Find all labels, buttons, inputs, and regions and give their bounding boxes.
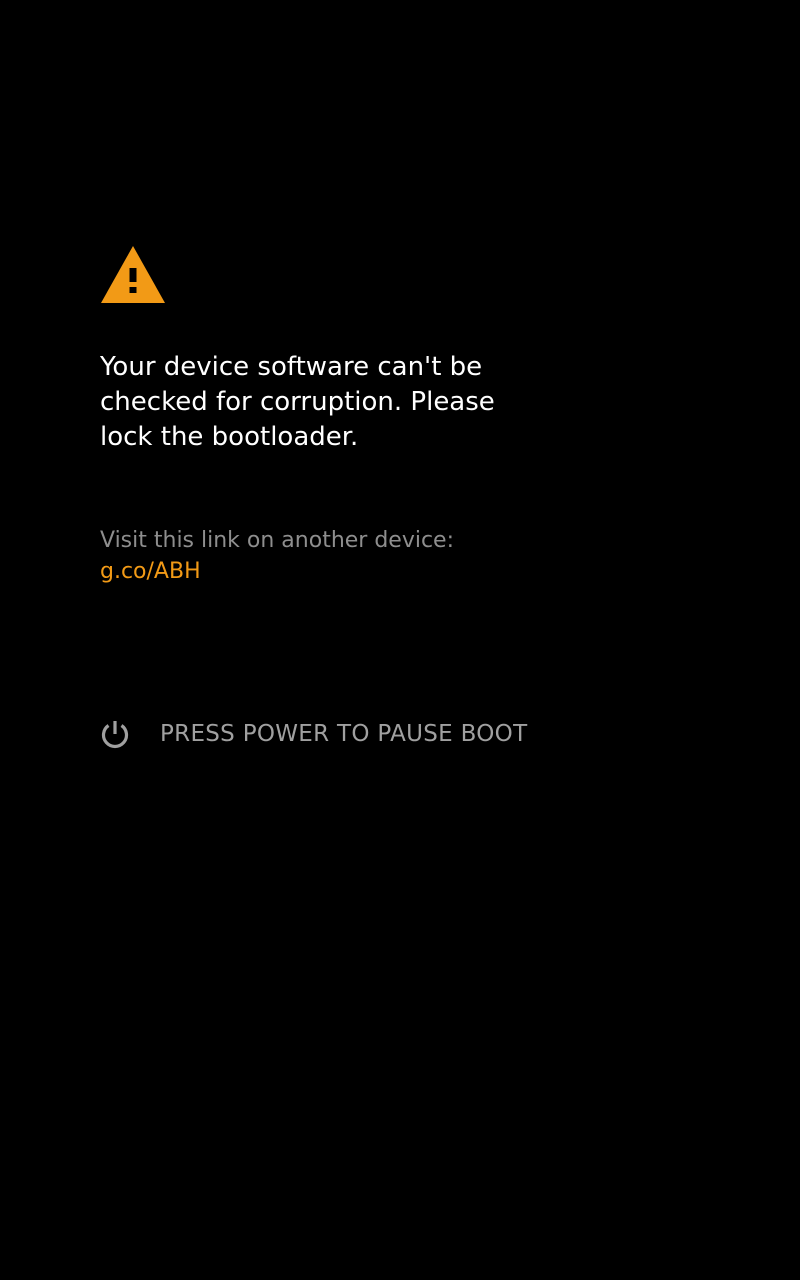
warning-message-line: lock the bootloader. xyxy=(100,422,359,452)
warning-message-line: checked for corruption. Please xyxy=(100,387,495,417)
warning-message: Your device software can't be checked fo… xyxy=(100,350,620,455)
help-link[interactable]: g.co/ABH xyxy=(100,556,620,588)
power-pause-hint: PRESS POWER TO PAUSE BOOT xyxy=(98,716,527,752)
visit-link-section: Visit this link on another device: g.co/… xyxy=(100,526,620,588)
warning-message-line: Your device software can't be xyxy=(100,352,483,382)
visit-link-label: Visit this link on another device: xyxy=(100,528,455,553)
power-pause-label: PRESS POWER TO PAUSE BOOT xyxy=(160,721,528,747)
power-icon xyxy=(101,721,129,749)
warning-icon xyxy=(99,244,167,304)
